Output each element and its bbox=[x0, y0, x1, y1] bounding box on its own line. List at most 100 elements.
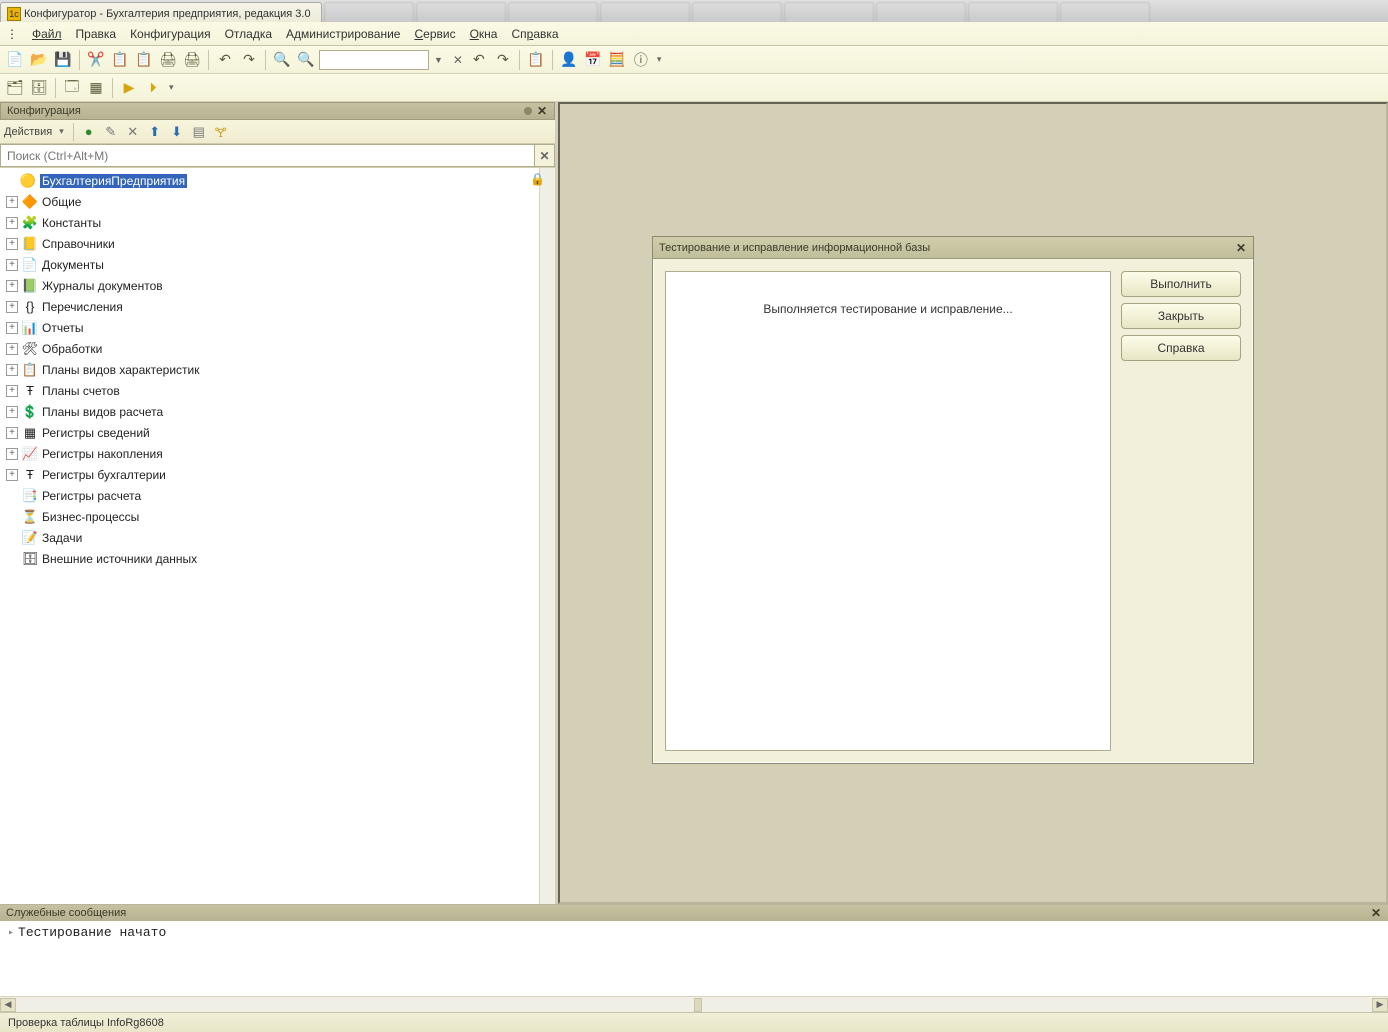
delete-icon[interactable]: ✕ bbox=[124, 123, 142, 141]
copy2-icon[interactable]: 📋 bbox=[525, 49, 547, 71]
print-icon[interactable]: 🖨 bbox=[157, 49, 179, 71]
search-clear-icon[interactable]: ✕ bbox=[450, 52, 466, 68]
scroll-right-icon[interactable]: ▶ bbox=[1372, 998, 1388, 1012]
expand-icon[interactable]: + bbox=[6, 322, 18, 334]
tree-item[interactable]: +📊Отчеты bbox=[0, 317, 555, 338]
tree-item[interactable]: +📋Планы видов характеристик bbox=[0, 359, 555, 380]
add-icon[interactable]: ● bbox=[80, 123, 98, 141]
search-dropdown-icon[interactable]: ▼ bbox=[431, 55, 446, 65]
window-tab-inactive[interactable] bbox=[1060, 2, 1150, 22]
tree-item[interactable]: +📗Журналы документов bbox=[0, 275, 555, 296]
edit-icon[interactable]: ✎ bbox=[102, 123, 120, 141]
expand-icon[interactable]: + bbox=[6, 238, 18, 250]
menu-debug[interactable]: Отладка bbox=[225, 27, 272, 41]
menu-config[interactable]: Конфигурация bbox=[130, 27, 211, 41]
find-icon[interactable]: 🔍 bbox=[271, 49, 293, 71]
window-tab-inactive[interactable] bbox=[784, 2, 874, 22]
window-tab-inactive[interactable] bbox=[324, 2, 414, 22]
copy-icon[interactable]: 📋 bbox=[109, 49, 131, 71]
tree-item[interactable]: +▦Регистры сведений bbox=[0, 422, 555, 443]
tree-item[interactable]: +ŦРегистры бухгалтерии bbox=[0, 464, 555, 485]
expand-icon[interactable]: + bbox=[6, 364, 18, 376]
calendar-icon[interactable]: 📅 bbox=[582, 49, 604, 71]
expand-icon[interactable]: + bbox=[6, 427, 18, 439]
sort-icon[interactable]: ▤ bbox=[190, 123, 208, 141]
actions-dropdown-icon[interactable]: ▾ bbox=[56, 126, 67, 137]
config-tree[interactable]: 🟡БухгалтерияПредприятия+🔶Общие+🧩Констант… bbox=[0, 168, 555, 904]
search-input[interactable] bbox=[319, 50, 429, 70]
move-down-icon[interactable]: ⬇ bbox=[168, 123, 186, 141]
tree-scrollbar[interactable] bbox=[539, 168, 555, 904]
tree-item[interactable]: +🧩Константы bbox=[0, 212, 555, 233]
undo-icon[interactable]: ↶ bbox=[214, 49, 236, 71]
dialog-title-bar[interactable]: Тестирование и исправление информационно… bbox=[653, 237, 1253, 259]
tree-item[interactable]: +📄Документы bbox=[0, 254, 555, 275]
messages-close-icon[interactable]: ✕ bbox=[1370, 907, 1382, 919]
move-up-icon[interactable]: ⬆ bbox=[146, 123, 164, 141]
tree-item[interactable]: 📑Регистры расчета bbox=[0, 485, 555, 506]
dialog-close-icon[interactable]: ✕ bbox=[1235, 242, 1247, 254]
new-file-icon[interactable]: 📄 bbox=[4, 49, 26, 71]
info-dropdown-icon[interactable]: ▾ bbox=[654, 54, 665, 65]
print-preview-icon[interactable]: 🖨 bbox=[181, 49, 203, 71]
run-dropdown-icon[interactable]: ▾ bbox=[166, 82, 177, 93]
paste-icon[interactable]: 📋 bbox=[133, 49, 155, 71]
panel-option-icon[interactable] bbox=[524, 107, 532, 115]
run-button[interactable]: Выполнить bbox=[1121, 271, 1241, 297]
menu-windows[interactable]: Окна bbox=[470, 27, 498, 41]
tree-item[interactable]: ⏳Бизнес-процессы bbox=[0, 506, 555, 527]
window-icon[interactable]: 🗔 bbox=[61, 77, 83, 99]
tree-item[interactable]: +🔶Общие bbox=[0, 191, 555, 212]
expand-icon[interactable]: + bbox=[6, 406, 18, 418]
tree-item[interactable]: +ŦПланы счетов bbox=[0, 380, 555, 401]
tree-item[interactable]: +📈Регистры накопления bbox=[0, 443, 555, 464]
actions-menu[interactable]: Действия bbox=[4, 126, 52, 138]
find-prev-icon[interactable]: ↶ bbox=[468, 49, 490, 71]
run-debug-icon[interactable]: ⏵ bbox=[142, 77, 164, 99]
expand-icon[interactable]: + bbox=[6, 448, 18, 460]
menu-file[interactable]: Файл bbox=[32, 27, 62, 41]
menu-help[interactable]: Справка bbox=[511, 27, 558, 41]
config-search-input[interactable] bbox=[0, 144, 535, 167]
panel-close-icon[interactable]: ✕ bbox=[536, 105, 548, 117]
close-button[interactable]: Закрыть bbox=[1121, 303, 1241, 329]
horizontal-scrollbar[interactable]: ◀ ▶ bbox=[0, 996, 1388, 1012]
scroll-left-icon[interactable]: ◀ bbox=[0, 998, 16, 1012]
help-button[interactable]: Справка bbox=[1121, 335, 1241, 361]
info-icon[interactable]: ⓘ bbox=[630, 49, 652, 71]
filter-icon[interactable]: 🝖 bbox=[212, 123, 230, 141]
window-tab-inactive[interactable] bbox=[968, 2, 1058, 22]
zoom-icon[interactable]: 🔍 bbox=[295, 49, 317, 71]
db-icon[interactable]: 🗄 bbox=[28, 77, 50, 99]
config-search-clear-icon[interactable]: ✕ bbox=[535, 144, 555, 167]
expand-icon[interactable]: + bbox=[6, 280, 18, 292]
save-icon[interactable]: 💾 bbox=[52, 49, 74, 71]
expand-icon[interactable]: + bbox=[6, 469, 18, 481]
menu-service[interactable]: Сервис bbox=[414, 27, 455, 41]
tree-item[interactable]: 📝Задачи bbox=[0, 527, 555, 548]
window-tab-inactive[interactable] bbox=[600, 2, 690, 22]
expand-icon[interactable]: + bbox=[6, 217, 18, 229]
expand-icon[interactable]: + bbox=[6, 343, 18, 355]
user-icon[interactable]: 👤 bbox=[558, 49, 580, 71]
window-tab-inactive[interactable] bbox=[876, 2, 966, 22]
tree-item[interactable]: +🛠Обработки bbox=[0, 338, 555, 359]
expand-icon[interactable]: + bbox=[6, 196, 18, 208]
expand-icon[interactable]: + bbox=[6, 301, 18, 313]
window-tab-active[interactable]: 1c Конфигуратор - Бухгалтерия предприяти… bbox=[0, 2, 322, 22]
calc-icon[interactable]: 🧮 bbox=[606, 49, 628, 71]
scroll-thumb[interactable] bbox=[694, 998, 702, 1012]
window-tab-inactive[interactable] bbox=[416, 2, 506, 22]
open-folder-icon[interactable]: 📂 bbox=[28, 49, 50, 71]
tree-item[interactable]: 🗄Внешние источники данных bbox=[0, 548, 555, 569]
menu-edit[interactable]: Правка bbox=[76, 27, 117, 41]
config-icon[interactable]: 🗂 bbox=[4, 77, 26, 99]
menu-admin[interactable]: Администрирование bbox=[286, 27, 400, 41]
window-tab-inactive[interactable] bbox=[508, 2, 598, 22]
tree-item[interactable]: 🟡БухгалтерияПредприятия bbox=[0, 170, 555, 191]
expand-icon[interactable]: + bbox=[6, 259, 18, 271]
tree-item[interactable]: +📒Справочники bbox=[0, 233, 555, 254]
tree-item[interactable]: +{}Перечисления bbox=[0, 296, 555, 317]
expand-icon[interactable]: + bbox=[6, 385, 18, 397]
cut-icon[interactable]: ✂️ bbox=[85, 49, 107, 71]
